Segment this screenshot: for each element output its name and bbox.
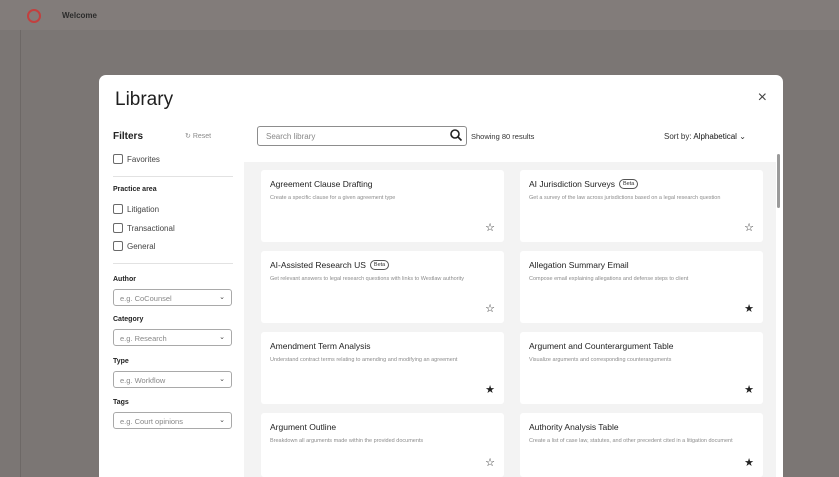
star-outline-icon[interactable]: ☆ [485,302,495,315]
chevron-down-icon: ⌄ [219,334,225,341]
card-description: Visualize arguments and corresponding co… [529,357,672,363]
card-title-text: Argument and Counterargument Table [529,341,674,351]
favorites-label: Favorites [127,154,160,164]
type-label: Type [113,358,129,365]
card-title: Authority Analysis Table [529,422,619,432]
library-card[interactable]: Argument Outline Breakdown all arguments… [261,413,504,477]
tags-placeholder: e.g. Court opinions [120,417,183,426]
logo-icon[interactable] [27,9,41,23]
star-outline-icon[interactable]: ☆ [485,456,495,469]
card-title-text: Allegation Summary Email [529,260,629,270]
card-title: Amendment Term Analysis [270,341,370,351]
author-placeholder: e.g. CoCounsel [120,294,172,303]
category-placeholder: e.g. Research [120,334,167,343]
card-description: Create a specific clause for a given agr… [270,195,396,201]
tags-label: Tags [113,399,129,406]
sort-dropdown[interactable]: Sort by: Alphabetical ⌄ [664,132,746,141]
star-outline-icon[interactable]: ☆ [744,221,754,234]
card-title-text: AI Jurisdiction Surveys [529,179,615,189]
library-card[interactable]: AI-Assisted Research US Beta Get relevant… [261,251,504,323]
beta-badge: Beta [618,179,639,189]
card-title-text: Argument Outline [270,422,337,432]
refresh-icon: ↻ [185,133,191,140]
scrollbar[interactable] [777,154,780,208]
category-select[interactable]: e.g. Research ⌄ [113,329,232,346]
card-title-text: Agreement Clause Drafting [270,179,373,189]
top-bar: Welcome [0,0,839,30]
sort-value: Alphabetical [693,132,737,141]
divider [113,176,233,177]
library-card[interactable]: AI Jurisdiction Surveys Beta Get a survey… [520,170,763,242]
library-card[interactable]: Agreement Clause Drafting Create a speci… [261,170,504,242]
chevron-down-icon: ⌄ [739,132,746,141]
sort-prefix: Sort by: [664,132,692,141]
card-title: Argument and Counterargument Table [529,341,673,351]
checkbox-box[interactable] [113,204,123,214]
checkbox-label: Litigation [127,204,160,214]
card-description: Understand contract terms relating to am… [270,357,458,363]
author-label: Author [113,276,136,283]
library-modal: Library × Filters ↻ Reset Favorites Prac… [99,75,783,477]
checkbox-label: Transactional [127,223,175,233]
library-card[interactable]: Argument and Counterargument Table Visua… [520,332,763,404]
checkbox-box[interactable] [113,241,123,251]
card-title: Agreement Clause Drafting [270,179,373,189]
star-outline-icon[interactable]: ☆ [485,221,495,234]
practice-area-litigation[interactable]: Litigation [113,204,159,214]
card-title-text: AI-Assisted Research US [270,260,366,270]
filters-heading: Filters [113,131,144,142]
search-icon[interactable] [449,128,463,142]
card-description: Create a list of case law, statutes, and… [529,438,733,444]
star-filled-icon[interactable]: ★ [744,456,754,469]
card-title-text: Authority Analysis Table [529,422,619,432]
chevron-down-icon: ⌄ [219,376,225,383]
card-title: Argument Outline [270,422,336,432]
type-placeholder: e.g. Workflow [120,376,166,385]
library-card[interactable]: Amendment Term Analysis Understand contr… [261,332,504,404]
author-select[interactable]: e.g. CoCounsel ⌄ [113,289,232,306]
practice-area-general[interactable]: General [113,241,155,251]
app-title: Welcome [62,11,97,20]
checkbox-box[interactable] [113,223,123,233]
card-title: AI-Assisted Research US Beta [270,260,390,270]
card-title: AI Jurisdiction Surveys Beta [529,179,639,189]
chevron-down-icon: ⌄ [219,417,225,424]
checkbox-label: General [127,241,156,251]
close-icon[interactable]: × [758,89,767,107]
category-label: Category [113,316,144,323]
checkbox-box[interactable] [113,154,123,164]
type-select[interactable]: e.g. Workflow ⌄ [113,371,232,388]
practice-area-label: Practice area [113,186,157,193]
reset-label: Reset [192,133,212,140]
star-filled-icon[interactable]: ★ [744,302,754,315]
search-placeholder: Search library [266,132,316,141]
beta-badge: Beta [369,260,390,270]
practice-area-transactional[interactable]: Transactional [113,223,175,233]
reset-button[interactable]: ↻ Reset [185,132,211,140]
star-filled-icon[interactable]: ★ [485,383,495,396]
card-description: Compose email explaining allegations and… [529,276,689,282]
chevron-down-icon: ⌄ [219,294,225,301]
card-description: Get a survey of the law across jurisdict… [529,195,721,201]
results-count: Showing 80 results [471,132,535,141]
card-description: Breakdown all arguments made within the … [270,438,424,444]
star-filled-icon[interactable]: ★ [744,383,754,396]
favorites-checkbox[interactable]: Favorites [113,154,160,164]
card-description: Get relevant answers to legal research q… [270,276,465,282]
tags-select[interactable]: e.g. Court opinions ⌄ [113,412,232,429]
modal-title: Library [115,89,174,110]
card-title: Allegation Summary Email [529,260,629,270]
search-input[interactable]: Search library [257,126,467,146]
card-title-text: Amendment Term Analysis [270,341,371,351]
library-card[interactable]: Authority Analysis Table Create a list o… [520,413,763,477]
library-card[interactable]: Allegation Summary Email Compose email e… [520,251,763,323]
divider [113,263,233,264]
